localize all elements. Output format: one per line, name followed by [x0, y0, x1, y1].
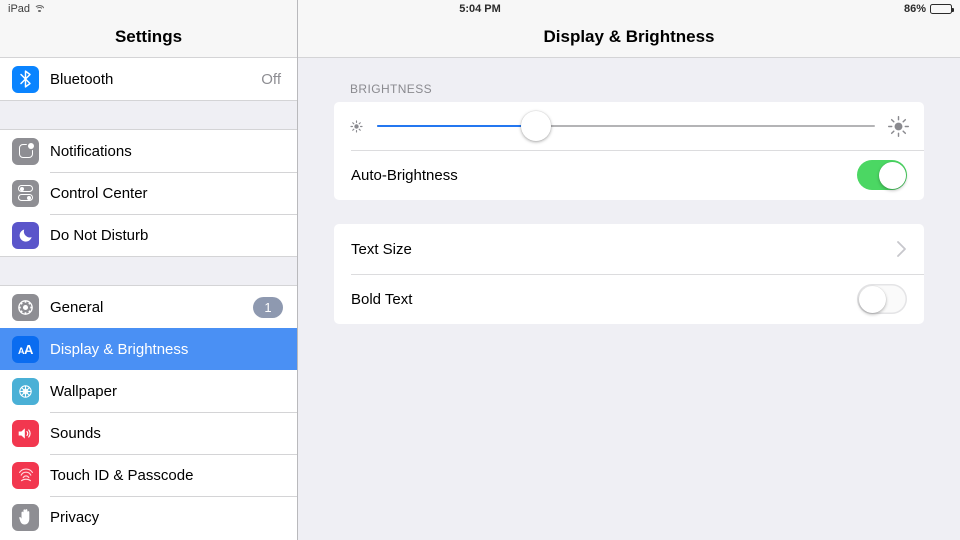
- sidebar-item-label: Bluetooth: [50, 70, 114, 88]
- sun-large-icon: [887, 115, 910, 138]
- general-update-badge: 1: [253, 296, 283, 318]
- content-header: Display & Brightness: [298, 0, 960, 58]
- sidebar-item-sounds[interactable]: Sounds: [0, 412, 297, 454]
- sidebar-item-label: Display & Brightness: [50, 340, 189, 358]
- sun-small-icon: [348, 118, 365, 135]
- sidebar-item-label: Control Center: [50, 184, 148, 202]
- flower-icon: [12, 377, 39, 405]
- sidebar-item-bluetooth[interactable]: Bluetooth Off: [0, 58, 297, 100]
- sidebar-item-wallpaper[interactable]: Wallpaper: [0, 370, 297, 412]
- moon-icon: [12, 221, 39, 249]
- toggle-knob: [878, 161, 906, 189]
- slider-thumb[interactable]: [521, 111, 552, 141]
- brightness-card: Auto-Brightness: [334, 102, 924, 200]
- sidebar-item-touch-id-and-passcode[interactable]: Touch ID & Passcode: [0, 454, 297, 496]
- sidebar-item-control-center[interactable]: Control Center: [0, 172, 297, 214]
- brightness-section-header: BRIGHTNESS: [350, 82, 433, 96]
- sidebar-item-label: Notifications: [50, 142, 132, 160]
- sidebar-group-divider: [0, 256, 297, 286]
- sidebar-item-notifications[interactable]: Notifications: [0, 130, 297, 172]
- sidebar-item-privacy[interactable]: Privacy: [0, 496, 297, 538]
- sidebar-group-alerts: Notifications Control Center Do Not Dist…: [0, 130, 297, 256]
- page-title: Display & Brightness: [543, 27, 715, 46]
- notifications-icon: [12, 137, 39, 165]
- sidebar-item-do-not-disturb[interactable]: Do Not Disturb: [0, 214, 297, 256]
- text-size-row[interactable]: Text Size: [334, 224, 924, 274]
- sidebar-item-label: General: [50, 298, 104, 316]
- auto-brightness-toggle[interactable]: [857, 160, 907, 190]
- text-size-aa-icon: AA: [12, 335, 39, 363]
- text-size-label: Text Size: [351, 240, 412, 258]
- sidebar-title: Settings: [114, 27, 183, 46]
- sidebar-item-display-and-brightness[interactable]: AA Display & Brightness: [0, 328, 297, 370]
- sidebar-group-connectivity: Bluetooth Off: [0, 58, 297, 100]
- sidebar-item-label: Touch ID & Passcode: [50, 466, 194, 484]
- content-body: BRIGHTNESS Auto-Brightness Text Size Bol…: [298, 58, 960, 324]
- bluetooth-icon: [12, 65, 39, 93]
- bluetooth-state-value: Off: [261, 70, 281, 88]
- content-pane: Display & Brightness BRIGHTNESS Auto-Bri…: [298, 0, 960, 540]
- toggle-knob: [858, 285, 886, 313]
- sidebar-group-system: General 1 AA Display & Brightness Wallpa…: [0, 286, 297, 538]
- settings-sidebar: Settings Bluetooth Off Notifications Con…: [0, 0, 298, 540]
- control-center-icon: [12, 179, 39, 207]
- brightness-slider[interactable]: [377, 111, 875, 141]
- text-card: Text Size Bold Text: [334, 224, 924, 324]
- ipad-settings-screen: iPad 5:04 PM 86% Settings Bluetooth Off: [0, 0, 960, 540]
- sidebar-item-label: Sounds: [50, 424, 101, 442]
- bold-text-label: Bold Text: [351, 290, 413, 308]
- auto-brightness-label: Auto-Brightness: [351, 166, 458, 184]
- speaker-icon: [12, 419, 39, 447]
- sidebar-item-label: Wallpaper: [50, 382, 117, 400]
- bold-text-row[interactable]: Bold Text: [334, 274, 924, 324]
- sidebar-header: Settings: [0, 0, 297, 58]
- auto-brightness-row[interactable]: Auto-Brightness: [334, 150, 924, 200]
- chevron-right-icon: [896, 240, 907, 258]
- brightness-slider-row: [334, 102, 924, 150]
- sidebar-item-label: Privacy: [50, 508, 100, 526]
- sidebar-item-label: Do Not Disturb: [50, 226, 149, 244]
- hand-icon: [12, 503, 39, 531]
- gear-icon: [12, 293, 39, 321]
- fingerprint-icon: [12, 461, 39, 489]
- slider-fill: [377, 125, 537, 127]
- bold-text-toggle[interactable]: [857, 284, 907, 314]
- sidebar-item-general[interactable]: General 1: [0, 286, 297, 328]
- sidebar-group-divider: [0, 100, 297, 130]
